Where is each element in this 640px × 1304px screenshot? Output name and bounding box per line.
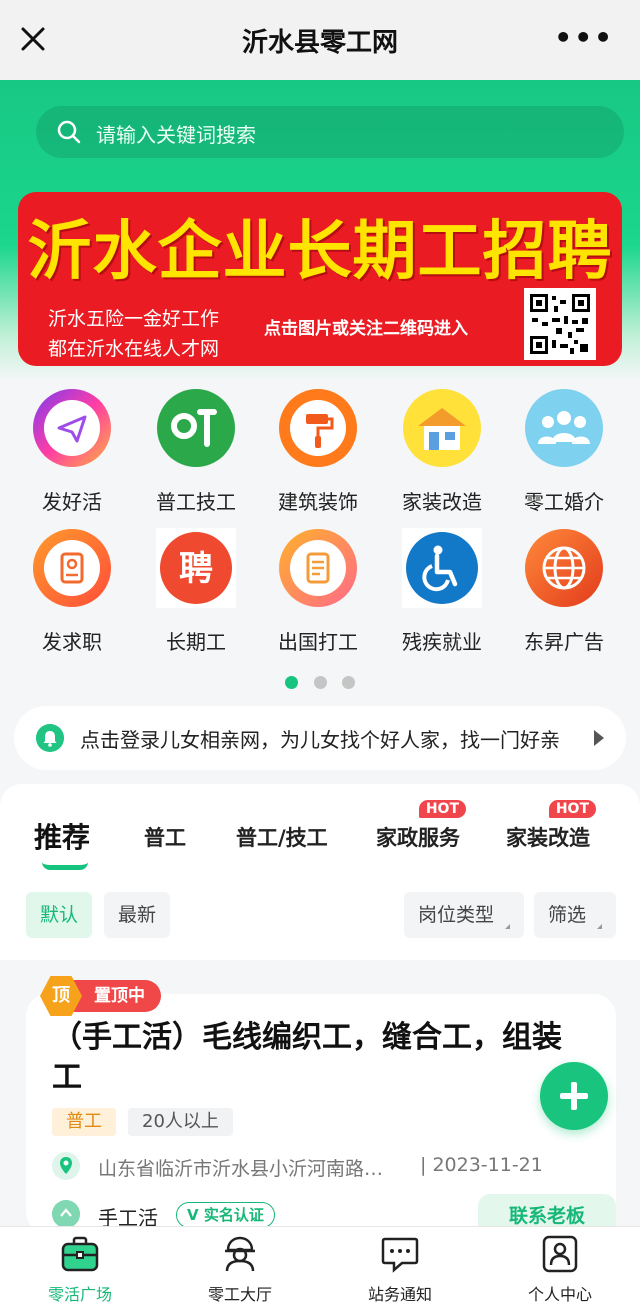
pager-dot[interactable]: [285, 676, 299, 689]
category-item[interactable]: 聘长期工: [134, 528, 258, 655]
nav-label: 零工大厅: [207, 1285, 272, 1304]
user-icon: [542, 1235, 578, 1273]
search-input[interactable]: 请输入关键词搜索: [96, 119, 256, 148]
chip-label: 筛选: [548, 904, 587, 926]
job-date: | 2023-11-21: [420, 1154, 543, 1176]
category-item[interactable]: 发好活: [10, 388, 134, 515]
job-location: 山东省临沂市沂水县小沂河南路… | 2023-11-21: [52, 1152, 562, 1180]
title-bar: 沂水县零工网 •••: [0, 0, 640, 80]
nav-item-notice[interactable]: 站务通知: [320, 1227, 480, 1304]
send-icon: [32, 388, 112, 468]
verified-badge: V 实名认证: [176, 1202, 275, 1228]
house-icon: [402, 388, 482, 468]
tab-recommend[interactable]: 推荐: [34, 816, 91, 870]
hot-badge: HOT: [418, 800, 466, 818]
resume-icon: [32, 528, 112, 608]
notice-text: 点击登录儿女相亲网，为儿女找个好人家，找一门好亲: [80, 728, 560, 752]
category-label: 长期工: [166, 630, 226, 654]
chip-label: 默认: [40, 904, 79, 926]
category-label: 发求职: [42, 630, 102, 654]
tab-label: 推荐: [34, 821, 91, 854]
promo-banner[interactable]: 沂水企业长期工招聘 沂水五险一金好工作 都在沂水在线人才网 点击图片或关注二维码…: [18, 192, 622, 366]
briefcase-icon: [61, 1236, 99, 1272]
sort-latest-button[interactable]: 最新: [104, 892, 171, 938]
pager-dot[interactable]: [313, 676, 327, 689]
add-post-button[interactable]: [540, 1062, 608, 1130]
category-item[interactable]: 普工技工: [134, 388, 258, 515]
people-icon: [524, 388, 604, 468]
paint-roller-icon: [278, 388, 358, 468]
play-icon: [594, 730, 604, 746]
nav-label: 个人中心: [527, 1285, 592, 1304]
sort-default-button[interactable]: 默认: [26, 892, 93, 938]
category-label: 残疾就业: [402, 630, 482, 654]
message-icon: [381, 1237, 419, 1273]
active-tab-indicator: [42, 862, 88, 870]
nav-label: 零活广场: [47, 1285, 112, 1304]
category-item[interactable]: 残疾就业: [380, 528, 504, 655]
tab-label: 家政服务: [376, 826, 460, 850]
category-item[interactable]: 零工婚介: [502, 388, 626, 515]
tab-label: 普工: [144, 826, 186, 850]
nav-label: 站务通知: [367, 1285, 432, 1304]
bell-icon: [36, 724, 64, 752]
job-tag: 普工: [52, 1108, 116, 1136]
bottom-nav: 零活广场 零工大厅 站务通知 个人中心: [0, 1226, 640, 1304]
category-item[interactable]: 东昇广告: [502, 528, 626, 655]
tab-label: 普工/技工: [236, 826, 328, 850]
banner-line-2: 都在沂水在线人才网: [48, 338, 220, 360]
job-address: 山东省临沂市沂水县小沂河南路…: [98, 1158, 384, 1180]
pager-dots: [0, 674, 640, 693]
hot-badge: HOT: [548, 800, 596, 818]
category-item[interactable]: 出国打工: [256, 528, 380, 655]
dropdown-corner-icon: [500, 924, 511, 929]
hire-icon: 聘: [156, 528, 236, 608]
tools-icon: [156, 388, 236, 468]
category-label: 家装改造: [402, 490, 482, 514]
nav-item-hall[interactable]: 零工大厅: [160, 1227, 320, 1304]
qr-code-icon: [524, 288, 596, 360]
worker-icon: [225, 1236, 255, 1272]
tab-home-renovation[interactable]: 家装改造 HOT: [506, 800, 596, 852]
search-icon: [57, 120, 81, 144]
tab-skilled-labor[interactable]: 普工/技工: [236, 822, 328, 852]
category-label: 发好活: [42, 490, 102, 514]
svg-text:聘: 聘: [179, 549, 213, 589]
location-pin-icon: [52, 1152, 80, 1180]
category-label: 出国打工: [278, 630, 358, 654]
filter-dropdown[interactable]: 筛选: [534, 892, 617, 938]
more-icon[interactable]: •••: [554, 24, 614, 52]
job-tag: 20人以上: [128, 1108, 233, 1136]
tab-housekeeping[interactable]: 家政服务 HOT: [376, 800, 466, 852]
chip-label: 最新: [118, 904, 157, 926]
banner-headline: 沂水企业长期工招聘: [27, 215, 613, 289]
nav-item-square[interactable]: 零活广场: [0, 1227, 160, 1304]
search-bar[interactable]: 请输入关键词搜索: [36, 106, 624, 158]
category-label: 零工婚介: [524, 490, 604, 514]
category-item[interactable]: 建筑装饰: [256, 388, 380, 515]
job-type-dropdown[interactable]: 岗位类型: [404, 892, 525, 938]
nav-item-profile[interactable]: 个人中心: [480, 1227, 640, 1304]
category-label: 东昇广告: [524, 630, 604, 654]
category-item[interactable]: 家装改造: [380, 388, 504, 515]
avatar: [52, 1200, 80, 1228]
banner-line-1: 沂水五险一金好工作: [48, 308, 220, 330]
pager-dot[interactable]: [341, 676, 355, 689]
globe-icon: [524, 528, 604, 608]
category-label: 建筑装饰: [278, 490, 358, 514]
dropdown-corner-icon: [592, 924, 603, 929]
category-item[interactable]: 发求职: [10, 528, 134, 655]
banner-cta: 点击图片或关注二维码进入: [264, 319, 468, 339]
tab-general-labor[interactable]: 普工: [144, 822, 186, 852]
page-title: 沂水县零工网: [241, 28, 398, 58]
job-title[interactable]: （手工活）毛线编织工，缝合工，组装工: [52, 1018, 572, 1098]
document-icon: [278, 528, 358, 608]
notice-bar[interactable]: 点击登录儿女相亲网，为儿女找个好人家，找一门好亲: [14, 706, 626, 770]
wheelchair-icon: [402, 528, 482, 608]
category-label: 普工技工: [156, 490, 236, 514]
chip-label: 岗位类型: [418, 904, 495, 926]
tab-label: 家装改造: [506, 826, 590, 850]
